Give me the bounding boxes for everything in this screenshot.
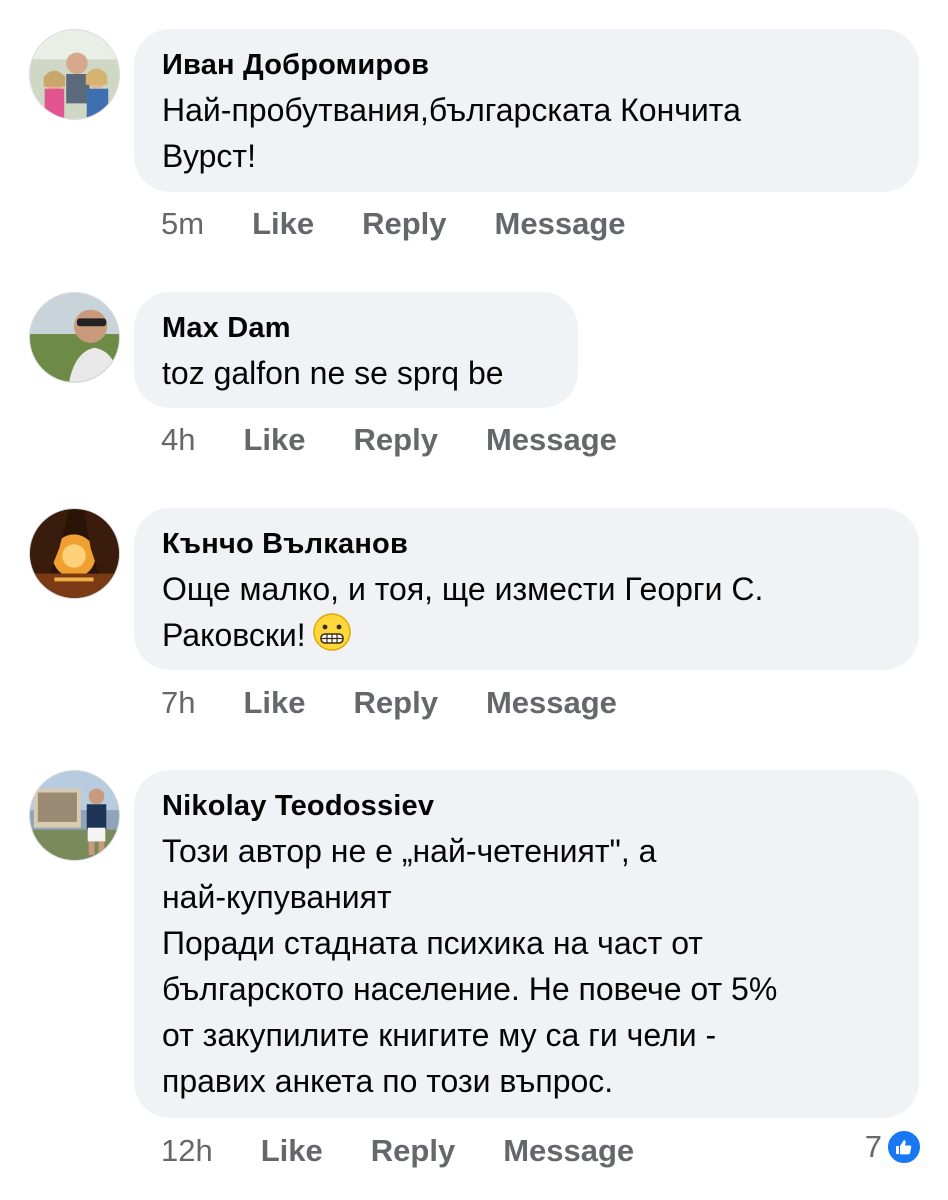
comment-bubble: Max Dam toz galfon ne se sprq be	[134, 292, 578, 408]
comment-author[interactable]: Max Dam	[162, 310, 550, 346]
comment-time[interactable]: 5m	[161, 206, 204, 242]
comment-text-content: Още малко, и тоя, ще измести Георги С. Р…	[162, 571, 764, 653]
message-button[interactable]: Message	[486, 422, 617, 458]
grimacing-face-icon	[312, 613, 351, 651]
comment-bubble: Nikolay Teodossiev Този автор не е „най-…	[134, 770, 919, 1118]
message-button[interactable]: Message	[486, 685, 617, 721]
avatar[interactable]	[29, 29, 120, 120]
like-button[interactable]: Like	[243, 685, 305, 721]
comment-author[interactable]: Nikolay Teodossiev	[162, 788, 891, 824]
comment-text: Още малко, и тоя, ще измести Георги С. Р…	[162, 566, 891, 658]
comment-actions: 5m Like Reply Message	[161, 204, 674, 244]
comment-actions: 12h Like Reply Message	[161, 1131, 682, 1171]
reply-button[interactable]: Reply	[371, 1133, 455, 1169]
reply-button[interactable]: Reply	[354, 685, 438, 721]
like-button[interactable]: Like	[261, 1133, 323, 1169]
reply-button[interactable]: Reply	[354, 422, 438, 458]
like-icon	[886, 1129, 922, 1165]
like-button[interactable]: Like	[243, 422, 305, 458]
message-button[interactable]: Message	[495, 206, 626, 242]
avatar[interactable]	[29, 770, 120, 861]
reply-button[interactable]: Reply	[362, 206, 446, 242]
comment-text: Този автор не е „най-четеният", а най-ку…	[162, 833, 778, 1099]
avatar[interactable]	[29, 292, 120, 383]
comment-time[interactable]: 7h	[161, 685, 195, 721]
comment-time[interactable]: 4h	[161, 422, 195, 458]
avatar[interactable]	[29, 508, 120, 599]
comment-time[interactable]: 12h	[161, 1133, 213, 1169]
comment-bubble: Иван Добромиров Най-пробутвания,българск…	[134, 29, 919, 192]
reaction-count: 7	[864, 1129, 882, 1164]
comment-text: toz galfon ne se sprq be	[162, 355, 504, 391]
like-button[interactable]: Like	[252, 206, 314, 242]
comment-author[interactable]: Иван Добромиров	[162, 47, 891, 83]
comment-text: Най-пробутвания,българската Кончита Вурс…	[162, 92, 741, 174]
comment-bubble: Кънчо Вълканов Още малко, и тоя, ще изме…	[134, 508, 919, 670]
comment-author[interactable]: Кънчо Вълканов	[162, 526, 891, 562]
reaction-summary[interactable]: 7	[865, 1129, 922, 1165]
comment-actions: 7h Like Reply Message	[161, 683, 665, 723]
comment-actions: 4h Like Reply Message	[161, 420, 665, 460]
message-button[interactable]: Message	[503, 1133, 634, 1169]
